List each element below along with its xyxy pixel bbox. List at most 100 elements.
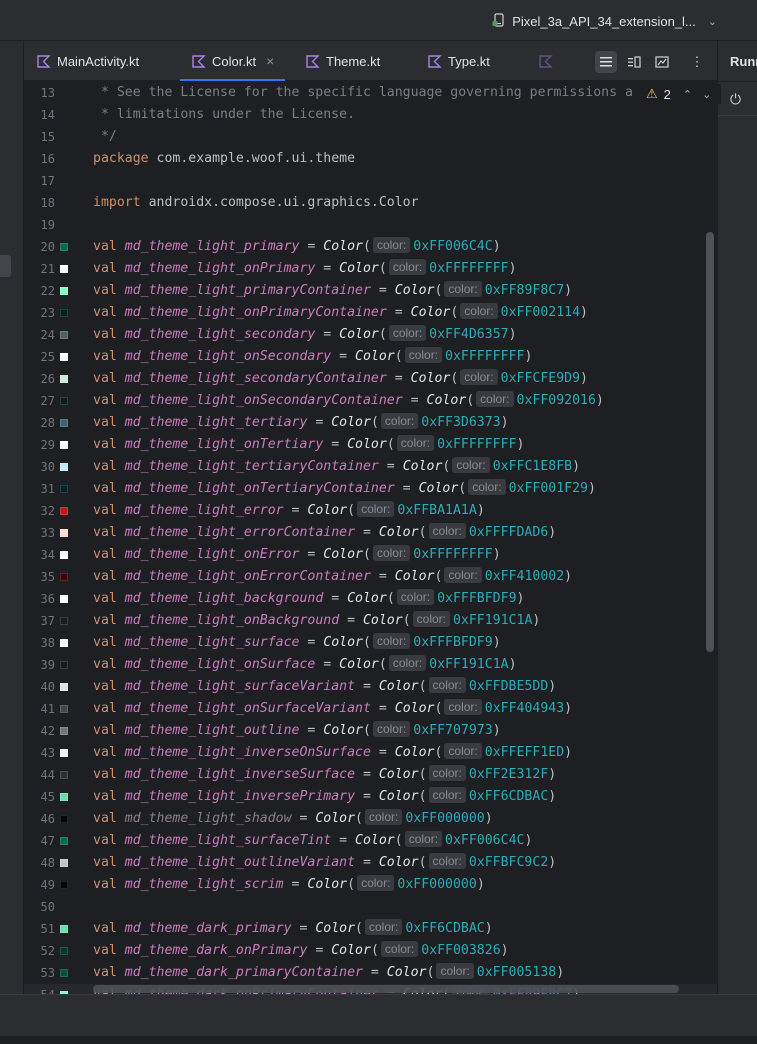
tab-color[interactable]: Color.kt × — [179, 41, 286, 81]
code-line[interactable]: 40 val md_theme_light_surfaceVariant = Co… — [24, 676, 717, 698]
color-swatch[interactable] — [60, 375, 68, 383]
code-view-button[interactable] — [595, 51, 617, 73]
color-function: Color — [307, 877, 348, 892]
tab-theme[interactable]: Theme.kt — [305, 41, 380, 81]
vertical-scrollbar[interactable] — [706, 232, 714, 652]
code-line[interactable]: 34 val md_theme_light_onError = Color(col… — [24, 544, 717, 566]
code-line[interactable]: 23 val md_theme_light_onPrimaryContainer … — [24, 302, 717, 324]
code-line[interactable]: 52 val md_theme_dark_onPrimary = Color(co… — [24, 940, 717, 962]
tab-type[interactable]: Type.kt — [427, 41, 490, 81]
color-swatch[interactable] — [60, 287, 68, 295]
code-line[interactable]: 53 val md_theme_dark_primaryContainer = C… — [24, 962, 717, 984]
code-line[interactable]: 47 val md_theme_light_surfaceTint = Color… — [24, 830, 717, 852]
color-swatch[interactable] — [60, 463, 68, 471]
color-swatch[interactable] — [60, 573, 68, 581]
close-paren: ) — [564, 283, 573, 298]
code-line[interactable]: 35 val md_theme_light_onErrorContainer = … — [24, 566, 717, 588]
close-icon[interactable]: × — [266, 53, 274, 69]
color-swatch[interactable] — [60, 925, 68, 933]
code-line[interactable]: 39 val md_theme_light_onSurface = Color(c… — [24, 654, 717, 676]
device-selector[interactable]: Pixel_3a_API_34_extension_l... ⌄ — [492, 11, 717, 31]
color-swatch[interactable] — [60, 947, 68, 955]
color-swatch[interactable] — [60, 265, 68, 273]
color-swatch[interactable] — [60, 507, 68, 515]
color-swatch[interactable] — [60, 419, 68, 427]
color-swatch[interactable] — [60, 243, 68, 251]
color-swatch[interactable] — [60, 617, 68, 625]
code-line[interactable]: 28 val md_theme_light_tertiary = Color(co… — [24, 412, 717, 434]
code-line[interactable]: 21 val md_theme_light_onPrimary = Color(c… — [24, 258, 717, 280]
color-swatch[interactable] — [60, 595, 68, 603]
code-line[interactable]: 49 val md_theme_light_scrim = Color(color… — [24, 874, 717, 896]
code-line[interactable]: 13 * See the License for the specific la… — [24, 82, 717, 104]
tool-window-marker[interactable] — [0, 255, 11, 277]
color-swatch[interactable] — [60, 485, 68, 493]
property-name: md_theme_light_primaryContainer — [124, 283, 371, 298]
code-line[interactable]: 41 val md_theme_light_onSurfaceVariant = … — [24, 698, 717, 720]
code-line[interactable]: 32 val md_theme_light_error = Color(color… — [24, 500, 717, 522]
tab-mainactivity[interactable]: MainActivity.kt — [36, 41, 139, 81]
color-swatch[interactable] — [60, 837, 68, 845]
code-line[interactable]: 30 val md_theme_light_tertiaryContainer =… — [24, 456, 717, 478]
parameter-hint: color: — [388, 325, 427, 341]
color-swatch[interactable] — [60, 793, 68, 801]
code-line[interactable]: 42 val md_theme_light_outline = Color(col… — [24, 720, 717, 742]
code-line[interactable]: 43 val md_theme_light_inverseOnSurface = … — [24, 742, 717, 764]
navigate-arrows-icon[interactable]: ⌃⌄ — [683, 88, 721, 101]
color-swatch[interactable] — [60, 331, 68, 339]
code-line[interactable]: 31 val md_theme_light_onTertiaryContainer… — [24, 478, 717, 500]
code-line[interactable]: 27 val md_theme_light_onSecondaryContaine… — [24, 390, 717, 412]
code-line[interactable]: 46 val md_theme_light_shadow = Color(colo… — [24, 808, 717, 830]
power-icon[interactable]: ⏻ — [730, 91, 741, 108]
code-line[interactable]: 33 val md_theme_light_errorContainer = Co… — [24, 522, 717, 544]
color-swatch[interactable] — [60, 705, 68, 713]
color-swatch[interactable] — [60, 881, 68, 889]
code-line[interactable]: 44 val md_theme_light_inverseSurface = Co… — [24, 764, 717, 786]
color-swatch[interactable] — [60, 969, 68, 977]
color-swatch[interactable] — [60, 639, 68, 647]
code-line[interactable]: 26 val md_theme_light_secondaryContainer … — [24, 368, 717, 390]
code-lines[interactable]: 13 * See the License for the specific la… — [24, 82, 717, 994]
horizontal-scrollbar[interactable] — [93, 985, 679, 993]
code-line[interactable]: 19 — [24, 214, 717, 236]
more-options-icon[interactable]: ⋮ — [686, 51, 708, 73]
color-swatch[interactable] — [60, 727, 68, 735]
close-paren: ) — [508, 327, 517, 342]
code-line[interactable]: 16 package com.example.woof.ui.theme — [24, 148, 717, 170]
code-line[interactable]: 20 val md_theme_light_primary = Color(col… — [24, 236, 717, 258]
code-line[interactable]: 14 * limitations under the License. — [24, 104, 717, 126]
color-swatch[interactable] — [60, 309, 68, 317]
code-line[interactable]: 36 val md_theme_light_background = Color(… — [24, 588, 717, 610]
code-line[interactable]: 50 — [24, 896, 717, 918]
code-line[interactable]: 24 val md_theme_light_secondary = Color(c… — [24, 324, 717, 346]
color-swatch[interactable] — [60, 859, 68, 867]
code-line[interactable]: 25 val md_theme_light_onSecondary = Color… — [24, 346, 717, 368]
color-swatch[interactable] — [60, 529, 68, 537]
code-line[interactable]: 18 import androidx.compose.ui.graphics.Co… — [24, 192, 717, 214]
code-line[interactable]: 22 val md_theme_light_primaryContainer = … — [24, 280, 717, 302]
color-function: Color — [323, 547, 363, 562]
color-swatch[interactable] — [60, 815, 68, 823]
code-line[interactable]: 48 val md_theme_light_outlineVariant = Co… — [24, 852, 717, 874]
color-swatch[interactable] — [60, 551, 68, 559]
split-view-button[interactable] — [623, 51, 645, 73]
color-swatch[interactable] — [60, 683, 68, 691]
tab-overflow[interactable] — [538, 41, 553, 81]
color-swatch[interactable] — [60, 353, 68, 361]
code-line[interactable]: 38 val md_theme_light_surface = Color(col… — [24, 632, 717, 654]
parameter-hint: color: — [388, 259, 427, 275]
code-line[interactable]: 15 */ — [24, 126, 717, 148]
code-line[interactable]: 17 — [24, 170, 717, 192]
inspection-widget[interactable]: ⚠ 2 ⌃⌄ — [644, 84, 722, 104]
design-view-button[interactable] — [651, 51, 673, 73]
code-line[interactable]: 29 val md_theme_light_onTertiary = Color(… — [24, 434, 717, 456]
color-swatch[interactable] — [60, 397, 68, 405]
hex-value: 0xFF191C1A — [429, 657, 509, 672]
color-swatch[interactable] — [60, 749, 68, 757]
code-line[interactable]: 45 val md_theme_light_inversePrimary = Co… — [24, 786, 717, 808]
code-line[interactable]: 37 val md_theme_light_onBackground = Colo… — [24, 610, 717, 632]
color-swatch[interactable] — [60, 441, 68, 449]
code-line[interactable]: 51 val md_theme_dark_primary = Color(colo… — [24, 918, 717, 940]
color-swatch[interactable] — [60, 771, 68, 779]
color-swatch[interactable] — [60, 661, 68, 669]
